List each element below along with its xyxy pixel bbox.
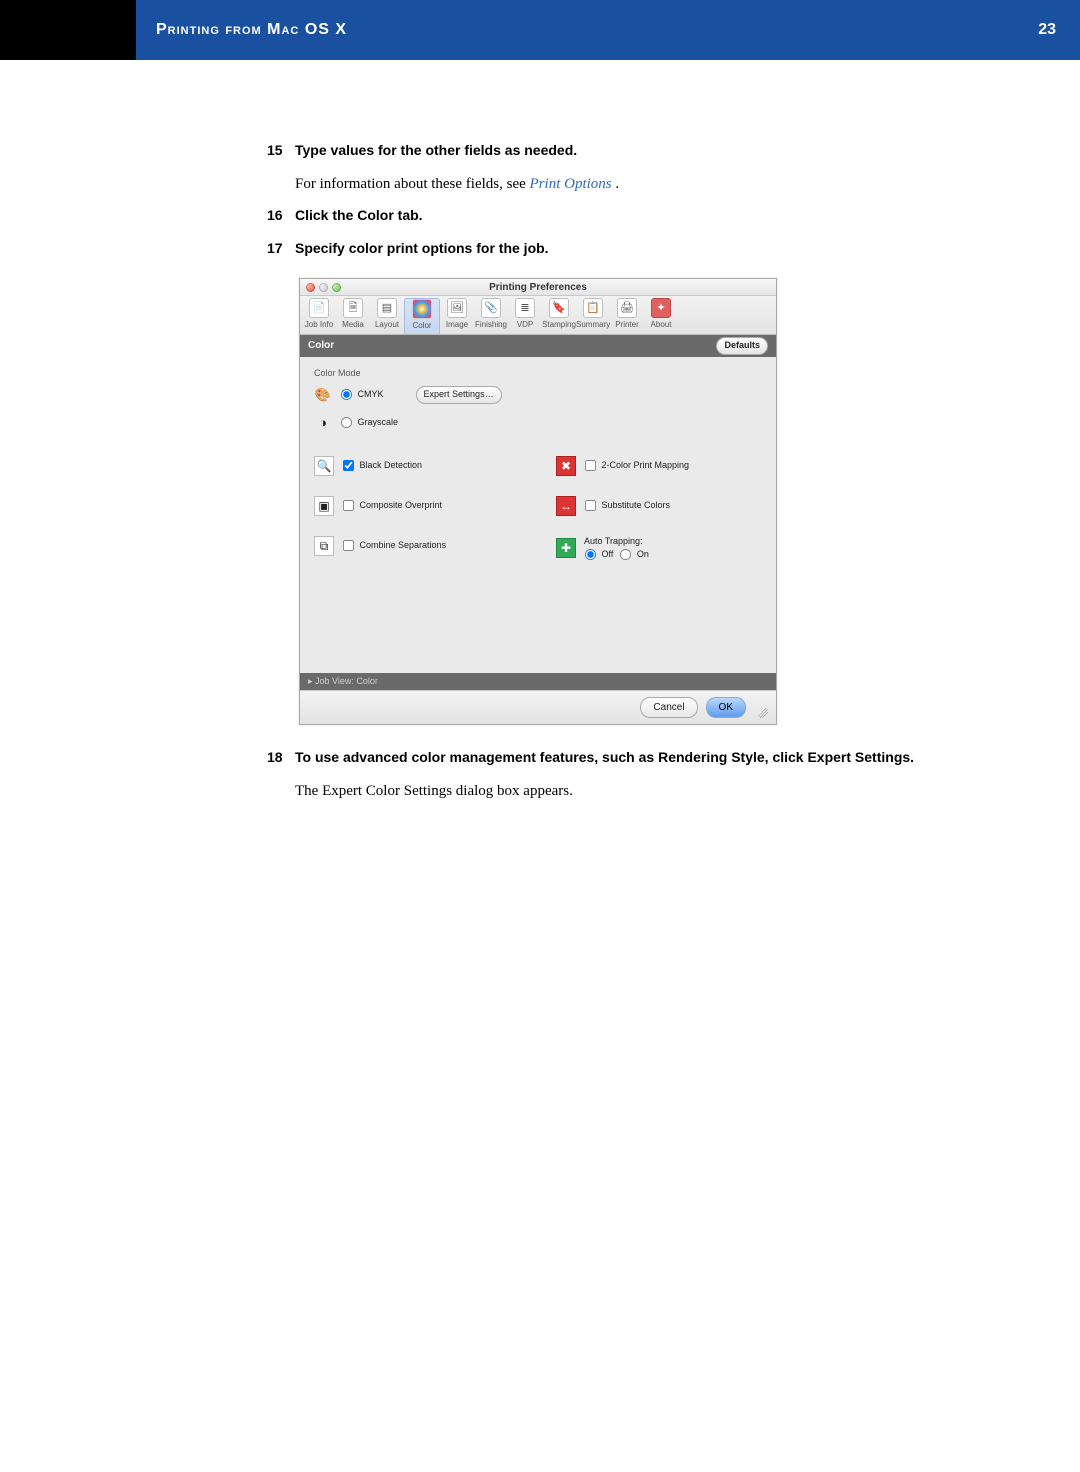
screenshot: Printing Preferences 📄Job Info 🗎Media ▤L… [299,278,960,725]
print-options-link[interactable]: Print Options [530,176,612,192]
finishing-icon: 📎 [481,298,501,318]
about-icon: ✦ [651,298,671,318]
defaults-button[interactable]: Defaults [716,337,768,355]
tab-stamping[interactable]: 🔖Stamping [542,298,576,334]
substitute-colors-checkbox[interactable]: Substitute Colors [584,499,670,513]
content-area: 15 Type values for the other fields as n… [0,60,1080,802]
composite-overprint-icon: ▣ [314,496,334,516]
auto-trapping-on-radio[interactable]: On [619,548,649,561]
step-18: 18 To use advanced color management feat… [295,747,960,802]
step-16: 16 Click the Color tab. [295,205,960,228]
cmyk-radio[interactable]: CMYK [340,388,384,402]
grayscale-radio[interactable]: Grayscale [340,416,398,430]
color-mode-grayscale-row: ◑ Grayscale [314,414,762,432]
page-number: 23 [1038,21,1056,39]
ok-button[interactable]: OK [706,697,746,718]
printing-preferences-dialog: Printing Preferences 📄Job Info 🗎Media ▤L… [299,278,777,725]
cmyk-icon: 🎨 [314,386,332,404]
summary-icon: 📋 [583,298,603,318]
step-15: 15 Type values for the other fields as n… [295,140,960,195]
auto-trapping-group: Auto Trapping: Off On [584,536,649,561]
expert-settings-button[interactable]: Expert Settings… [416,386,502,404]
color-wheel-icon [412,299,432,319]
left-gutter-black [0,0,136,60]
two-color-print-mapping-option: ✖ 2-Color Print Mapping [556,456,762,476]
tab-summary[interactable]: 📋Summary [576,298,610,334]
tab-vdp[interactable]: ≣VDP [508,298,542,334]
step-number: 16 [267,205,283,226]
tab-finishing[interactable]: 📎Finishing [474,298,508,334]
composite-overprint-option: ▣ Composite Overprint [314,496,520,516]
color-mode-cmyk-row: 🎨 CMYK Expert Settings… [314,386,762,404]
printer-icon: 🖨 [617,298,637,318]
auto-trapping-option: ✚ Auto Trapping: Off On [556,536,762,561]
tab-color[interactable]: Color [404,298,440,334]
black-detection-icon: 🔍 [314,456,334,476]
step-title: Click the Color tab. [295,207,423,223]
step-body: For information about these fields, see … [295,173,960,196]
step-title: Type values for the other fields as need… [295,142,577,158]
step-body-suffix: . [615,176,619,192]
step-title: To use advanced color management feature… [295,749,914,765]
step-number: 18 [267,747,283,768]
options-right: ✖ 2-Color Print Mapping ↔ Substitute Col… [556,456,762,581]
step-number: 15 [267,140,283,161]
image-icon: 🖼 [447,298,467,318]
section-header-label: Color [308,338,334,353]
substitute-colors-option: ↔ Substitute Colors [556,496,762,516]
tab-toolbar: 📄Job Info 🗎Media ▤Layout Color 🖼Image 📎F… [300,296,776,335]
bottom-whitespace [0,812,1080,1472]
tab-layout[interactable]: ▤Layout [370,298,404,334]
section-title: Printing from Mac OS X [156,21,347,39]
tab-job-info[interactable]: 📄Job Info [302,298,336,334]
auto-trapping-icon: ✚ [556,538,576,558]
step-title: Specify color print options for the job. [295,240,549,256]
auto-trapping-off-radio[interactable]: Off [584,548,613,561]
cancel-button[interactable]: Cancel [640,697,697,718]
grayscale-icon: ◑ [314,414,332,432]
titlebar: Printing Preferences [300,279,776,296]
page: Printing from Mac OS X 23 15 Type values… [0,0,1080,1472]
combine-separations-icon: ⧉ [314,536,334,556]
dialog-footer: Cancel OK [300,690,776,724]
color-panel: Color Mode 🎨 CMYK Expert Settings… ◑ Gra… [300,357,776,673]
doc-header: Printing from Mac OS X 23 [0,0,1080,60]
options-grid: 🔍 Black Detection ▣ Composite Overprint … [314,456,762,581]
vdp-icon: ≣ [515,298,535,318]
page-icon: 📄 [309,298,329,318]
black-detection-checkbox[interactable]: Black Detection [342,459,422,473]
auto-trapping-label: Auto Trapping: [584,536,649,548]
combine-separations-option: ⧉ Combine Separations [314,536,520,556]
two-color-mapping-icon: ✖ [556,456,576,476]
tab-image[interactable]: 🖼Image [440,298,474,334]
stamping-icon: 🔖 [549,298,569,318]
tab-printer[interactable]: 🖨Printer [610,298,644,334]
step-body: The Expert Color Settings dialog box app… [295,780,960,803]
doc-header-blue: Printing from Mac OS X 23 [136,0,1080,60]
step-number: 17 [267,238,283,259]
dialog-title: Printing Preferences [300,280,776,295]
color-mode-label: Color Mode [314,367,762,381]
job-view-status[interactable]: Job View: Color [300,673,776,691]
substitute-colors-icon: ↔ [556,496,576,516]
tab-about[interactable]: ✦About [644,298,678,334]
section-header: Color Defaults [300,335,776,357]
step-17: 17 Specify color print options for the j… [295,238,960,261]
step-body-prefix: For information about these fields, see [295,176,530,192]
combine-separations-checkbox[interactable]: Combine Separations [342,539,446,553]
media-icon: 🗎 [343,298,363,318]
two-color-print-mapping-checkbox[interactable]: 2-Color Print Mapping [584,459,689,473]
black-detection-option: 🔍 Black Detection [314,456,520,476]
options-left: 🔍 Black Detection ▣ Composite Overprint … [314,456,520,581]
layout-icon: ▤ [377,298,397,318]
tab-media[interactable]: 🗎Media [336,298,370,334]
composite-overprint-checkbox[interactable]: Composite Overprint [342,499,442,513]
